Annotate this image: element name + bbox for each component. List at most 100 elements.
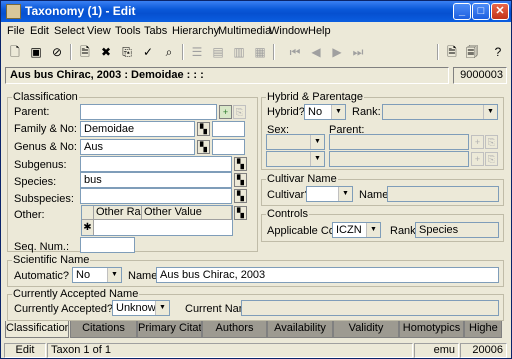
genus-lookup-icon[interactable]: ▚: [197, 140, 210, 154]
other-rank-column-header[interactable]: Other Rank: [94, 206, 142, 220]
last-record-icon[interactable]: ⏭: [349, 43, 367, 61]
family-number-field[interactable]: [212, 121, 245, 137]
taxonomy-window: Taxonomy (1) - Edit _ □ ✕ File Edit Sele…: [0, 0, 512, 359]
parent-lookup-icon[interactable]: ⎘: [233, 105, 246, 119]
next-record-icon[interactable]: ▶: [328, 43, 346, 61]
tab-strip: Classification Citations Primary Citatio…: [5, 321, 507, 338]
maximize-button[interactable]: □: [472, 3, 490, 20]
menu-tools[interactable]: Tools: [115, 25, 141, 37]
seqnum-field[interactable]: [80, 237, 135, 253]
tab-primary-citation[interactable]: Primary Citation: [137, 321, 202, 338]
subgenus-lookup-icon[interactable]: ▚: [234, 157, 247, 171]
save-icon[interactable]: ▣: [27, 43, 45, 61]
seqnum-label: Seq. Num.:: [14, 241, 70, 253]
menu-tabs[interactable]: Tabs: [144, 25, 167, 37]
tab-authors[interactable]: Authors: [202, 321, 267, 338]
family-lookup-icon[interactable]: ▚: [197, 122, 210, 136]
tab-availability[interactable]: Availability: [267, 321, 333, 338]
other-label: Other:: [14, 209, 45, 221]
species-lookup-icon[interactable]: ▚: [234, 173, 247, 187]
parent-1-lookup-icon[interactable]: ⎘: [485, 135, 498, 149]
view-grid-icon[interactable]: ▦: [251, 43, 269, 61]
other-rank-grid[interactable]: Other Rank Other Value ✱: [81, 205, 233, 236]
parent-field-1[interactable]: [329, 134, 469, 150]
chevron-down-icon: ▼: [310, 135, 324, 149]
toolbar-separator: [70, 44, 72, 60]
cultivar-name-field[interactable]: [387, 186, 499, 202]
cultivar-select[interactable]: ▼: [306, 186, 353, 202]
parent-field-2[interactable]: [329, 151, 469, 167]
new-record-icon[interactable]: 🗎: [76, 43, 94, 61]
record-id: 9000003: [453, 67, 507, 84]
code-value: ICZN: [336, 224, 362, 236]
spellcheck-icon[interactable]: ✓: [139, 43, 157, 61]
help-icon[interactable]: ?: [489, 43, 507, 61]
cultivar-label: Cultivar?: [267, 189, 311, 201]
menu-multimedia[interactable]: Multimedia: [218, 25, 271, 37]
scientific-name-field[interactable]: Aus bus Chirac, 2003: [156, 267, 499, 283]
other-value-column-header[interactable]: Other Value: [142, 206, 232, 220]
cancel-icon[interactable]: ⊘: [48, 43, 66, 61]
genus-field[interactable]: Aus: [80, 139, 195, 155]
hybrid-rank-select[interactable]: ▼: [382, 104, 498, 120]
sex-select-1[interactable]: ▼: [266, 134, 325, 150]
automatic-select[interactable]: No ▼: [72, 267, 122, 283]
search-icon[interactable]: ⌕: [160, 43, 178, 61]
previous-record-icon[interactable]: ◀: [307, 43, 325, 61]
subspecies-lookup-icon[interactable]: ▚: [234, 189, 247, 203]
subspecies-label: Subspecies:: [14, 193, 74, 205]
rank-label: Rank:: [352, 106, 381, 118]
export-icon[interactable]: 🗐: [463, 43, 481, 61]
parent-add-icon[interactable]: +: [219, 105, 232, 119]
close-button[interactable]: ✕: [491, 3, 509, 20]
subgenus-field[interactable]: [80, 156, 232, 172]
view-list-icon[interactable]: ☰: [188, 43, 206, 61]
chevron-down-icon: ▼: [107, 268, 121, 282]
first-record-icon[interactable]: ⏮: [286, 43, 304, 61]
hybrid-label: Hybrid?: [267, 106, 305, 118]
tab-classification[interactable]: Classification: [5, 321, 69, 338]
parent-1-add-icon[interactable]: +: [471, 135, 484, 149]
family-field[interactable]: Demoidae: [80, 121, 195, 137]
view-page-icon[interactable]: ▥: [230, 43, 248, 61]
tab-validity[interactable]: Validity: [333, 321, 399, 338]
menu-hierarchy[interactable]: Hierarchy: [172, 25, 219, 37]
parent-2-lookup-icon[interactable]: ⎘: [485, 152, 498, 166]
scientific-legend: Scientific Name: [12, 254, 91, 266]
species-label: Species:: [14, 176, 57, 188]
sex-select-2[interactable]: ▼: [266, 151, 325, 167]
classification-legend: Classification: [12, 91, 79, 103]
title-bar[interactable]: Taxonomy (1) - Edit _ □ ✕: [1, 1, 511, 22]
subspecies-field[interactable]: [80, 188, 232, 204]
hybrid-select[interactable]: No ▼: [304, 104, 346, 120]
genus-number-field[interactable]: [212, 139, 245, 155]
menu-file[interactable]: File: [7, 25, 25, 37]
chevron-down-icon: ▼: [310, 152, 324, 166]
parent-label: Parent:: [14, 106, 50, 118]
accepted-legend: Currently Accepted Name: [12, 288, 140, 300]
delete-record-icon[interactable]: ✖: [97, 43, 115, 61]
automatic-label: Automatic?: [14, 270, 70, 282]
chevron-down-icon: ▼: [483, 105, 497, 119]
menu-help[interactable]: Help: [308, 25, 331, 37]
accepted-select[interactable]: Unknown ▼: [112, 300, 170, 316]
other-lookup-icon[interactable]: ▚: [234, 206, 247, 220]
menu-view[interactable]: View: [87, 25, 111, 37]
tab-citations[interactable]: Citations: [70, 321, 137, 338]
current-name-field[interactable]: [241, 300, 499, 316]
parent-2-add-icon[interactable]: +: [471, 152, 484, 166]
parent-field[interactable]: [80, 104, 217, 120]
menu-window[interactable]: Window: [269, 25, 308, 37]
tab-higher[interactable]: Highe: [464, 321, 502, 338]
species-field[interactable]: bus: [80, 172, 232, 188]
menu-edit[interactable]: Edit: [30, 25, 49, 37]
report-icon[interactable]: 🗎: [443, 43, 461, 61]
chevron-down-icon: ▼: [338, 187, 352, 201]
minimize-button[interactable]: _: [453, 3, 471, 20]
tab-homotypics[interactable]: Homotypics: [399, 321, 464, 338]
menu-select[interactable]: Select: [54, 25, 85, 37]
copy-record-icon[interactable]: ⎘: [118, 43, 136, 61]
view-details-icon[interactable]: ▤: [209, 43, 227, 61]
code-select[interactable]: ICZN ▼: [332, 222, 381, 238]
new-icon[interactable]: 🗋: [6, 43, 24, 61]
